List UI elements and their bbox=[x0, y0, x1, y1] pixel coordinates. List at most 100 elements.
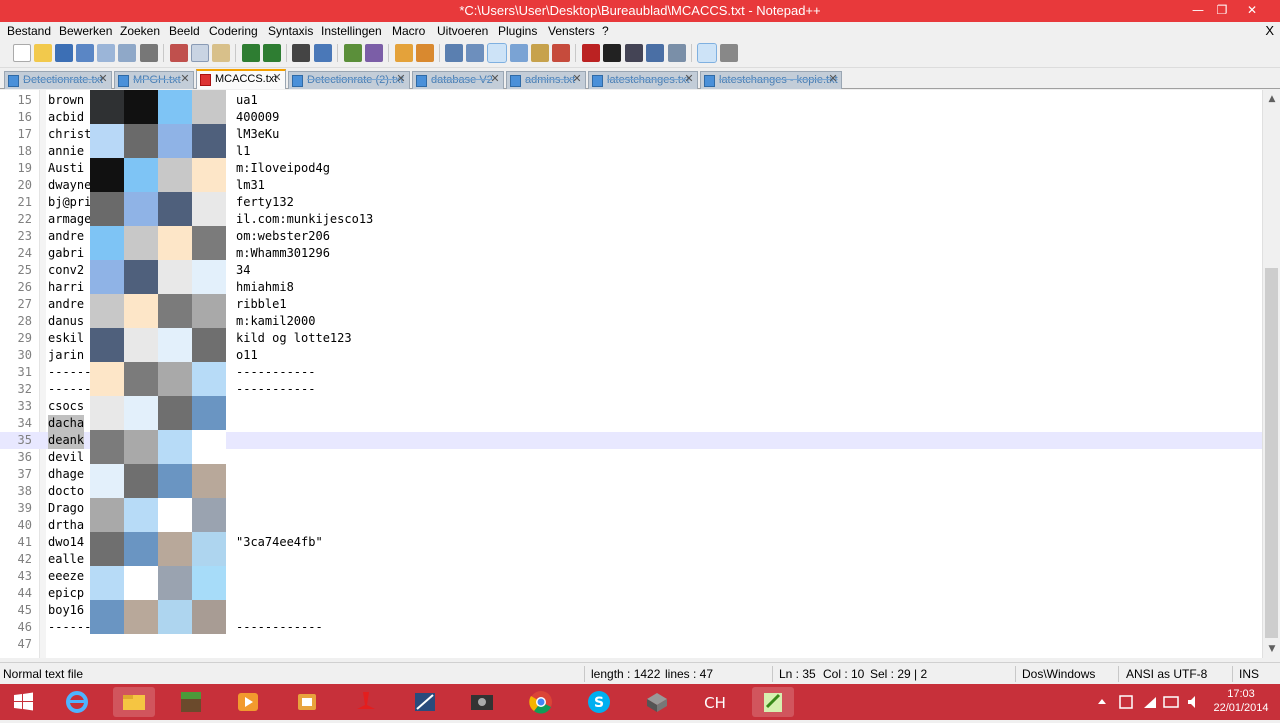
pixel-block bbox=[158, 192, 192, 226]
tab-close-icon[interactable]: ✕ bbox=[97, 73, 109, 85]
clock-time: 17:03 bbox=[1227, 688, 1255, 700]
video-icon[interactable] bbox=[461, 687, 503, 717]
windows-start-icon[interactable] bbox=[2, 687, 44, 717]
menu-help[interactable]: ? bbox=[602, 24, 609, 38]
pixel-block bbox=[124, 430, 158, 464]
function-list-icon[interactable] bbox=[552, 44, 570, 62]
close-icon[interactable] bbox=[97, 44, 115, 62]
ch-app-icon[interactable]: CH bbox=[694, 687, 736, 717]
file-explorer-icon[interactable] bbox=[113, 687, 155, 717]
find-icon[interactable] bbox=[292, 44, 310, 62]
paste-icon[interactable] bbox=[212, 44, 230, 62]
restore-icon[interactable]: ❐ bbox=[1210, 2, 1234, 18]
close-all-icon[interactable] bbox=[118, 44, 136, 62]
sync-horizontal-icon[interactable] bbox=[416, 44, 434, 62]
minimize-icon[interactable]: — bbox=[1186, 2, 1210, 18]
word-wrap-icon[interactable] bbox=[445, 44, 463, 62]
play-macro-icon[interactable] bbox=[625, 44, 643, 62]
close-icon[interactable]: ✕ bbox=[1240, 2, 1264, 18]
editor-line[interactable]: 47 bbox=[0, 636, 1262, 653]
internet-explorer-icon[interactable] bbox=[56, 687, 98, 717]
new-file-icon[interactable] bbox=[13, 44, 31, 62]
tab-admins[interactable]: admins.txt ✕ bbox=[506, 71, 586, 89]
tab-latestchanges-kopie[interactable]: latestchanges - kopie.txt ✕ bbox=[700, 71, 842, 89]
line-text-start: dhage bbox=[48, 467, 85, 481]
print-icon[interactable] bbox=[140, 44, 158, 62]
indent-guide-icon[interactable] bbox=[487, 43, 507, 63]
menu-plugins[interactable]: Plugins bbox=[498, 24, 537, 38]
skype-icon[interactable]: S bbox=[578, 687, 620, 717]
save-icon[interactable] bbox=[55, 44, 73, 62]
menu-syntaxis[interactable]: Syntaxis bbox=[268, 24, 313, 38]
media-player-icon[interactable] bbox=[227, 687, 269, 717]
minecraft-icon[interactable] bbox=[170, 687, 212, 717]
pixel-block bbox=[192, 328, 226, 362]
tab-close-icon[interactable]: ✕ bbox=[271, 72, 283, 84]
chrome-icon[interactable] bbox=[520, 687, 562, 717]
toolbar-separator bbox=[235, 44, 236, 62]
sync-vertical-icon[interactable] bbox=[395, 44, 413, 62]
stop-macro-icon[interactable] bbox=[603, 44, 621, 62]
tab-detectionrate[interactable]: Detectionrate.txt ✕ bbox=[4, 71, 112, 89]
menu-uitvoeren[interactable]: Uitvoeren bbox=[437, 24, 488, 38]
copy-icon[interactable] bbox=[191, 44, 209, 62]
pixel-block bbox=[124, 464, 158, 498]
spell-check-icon[interactable] bbox=[697, 43, 717, 63]
doc-map-icon[interactable] bbox=[531, 44, 549, 62]
pixel-block bbox=[192, 566, 226, 600]
scroll-down-icon[interactable]: ▼ bbox=[1266, 643, 1278, 655]
tab-close-icon[interactable]: ✕ bbox=[395, 73, 407, 85]
open-file-icon[interactable] bbox=[34, 44, 52, 62]
app-icon-7[interactable] bbox=[404, 687, 446, 717]
plugin-icon[interactable] bbox=[720, 44, 738, 62]
cut-icon[interactable] bbox=[170, 44, 188, 62]
run-macro-multiple-icon[interactable] bbox=[646, 44, 664, 62]
app-icon-5[interactable] bbox=[286, 687, 328, 717]
menu-zoeken[interactable]: Zoeken bbox=[120, 24, 160, 38]
zoom-in-icon[interactable] bbox=[344, 44, 362, 62]
udl-icon[interactable] bbox=[510, 44, 528, 62]
taskbar-clock[interactable]: 17:03 22/01/2014 bbox=[1210, 687, 1272, 715]
tab-close-icon[interactable]: ✕ bbox=[179, 73, 191, 85]
pixel-block bbox=[192, 532, 226, 566]
show-all-chars-icon[interactable] bbox=[466, 44, 484, 62]
menu-bewerken[interactable]: Bewerken bbox=[59, 24, 112, 38]
line-text-end: il.com:munkijesco13 bbox=[236, 212, 374, 226]
undo-icon[interactable] bbox=[242, 44, 260, 62]
tab-detectionrate-2[interactable]: Detectionrate (2).txt ✕ bbox=[288, 71, 410, 89]
zoom-out-icon[interactable] bbox=[365, 44, 383, 62]
tab-mcaccs[interactable]: MCACCS.txt ✕ bbox=[196, 69, 286, 89]
tab-close-icon[interactable]: ✕ bbox=[489, 73, 501, 85]
line-text-start: harri bbox=[48, 280, 85, 294]
record-macro-icon[interactable] bbox=[582, 44, 600, 62]
save-macro-icon[interactable] bbox=[668, 44, 686, 62]
menu-macro[interactable]: Macro bbox=[392, 24, 425, 38]
app-icon-11[interactable] bbox=[636, 687, 678, 717]
tab-mpgh[interactable]: MPGH.txt ✕ bbox=[114, 71, 194, 89]
save-all-icon[interactable] bbox=[76, 44, 94, 62]
close-document-button[interactable]: X bbox=[1265, 23, 1274, 38]
line-text-end: ------------ bbox=[236, 620, 323, 634]
tab-close-icon[interactable]: ✕ bbox=[827, 73, 839, 85]
tab-latestchanges[interactable]: latestchanges.txt ✕ bbox=[588, 71, 698, 89]
replace-icon[interactable] bbox=[314, 44, 332, 62]
status-col: Col : 10 bbox=[823, 667, 865, 681]
menu-vensters[interactable]: Vensters bbox=[548, 24, 595, 38]
menu-instellingen[interactable]: Instellingen bbox=[321, 24, 382, 38]
scroll-up-icon[interactable]: ▲ bbox=[1266, 93, 1278, 105]
line-number: 26 bbox=[17, 280, 32, 294]
tab-database-v2[interactable]: database V2 ✕ bbox=[412, 71, 504, 89]
line-text-start: ------ bbox=[48, 620, 92, 634]
pixel-block bbox=[158, 158, 192, 192]
scroll-thumb[interactable] bbox=[1265, 268, 1278, 638]
app-icon-6[interactable] bbox=[345, 687, 387, 717]
notepadpp-icon[interactable] bbox=[752, 687, 794, 717]
vertical-scrollbar[interactable]: ▲ ▼ bbox=[1262, 90, 1280, 658]
menu-bestand[interactable]: Bestand bbox=[7, 24, 51, 38]
tab-close-icon[interactable]: ✕ bbox=[683, 73, 695, 85]
redo-icon[interactable] bbox=[263, 44, 281, 62]
menu-codering[interactable]: Codering bbox=[209, 24, 258, 38]
tab-close-icon[interactable]: ✕ bbox=[571, 73, 583, 85]
menu-beeld[interactable]: Beeld bbox=[169, 24, 200, 38]
status-insert-mode: INS bbox=[1239, 667, 1260, 681]
